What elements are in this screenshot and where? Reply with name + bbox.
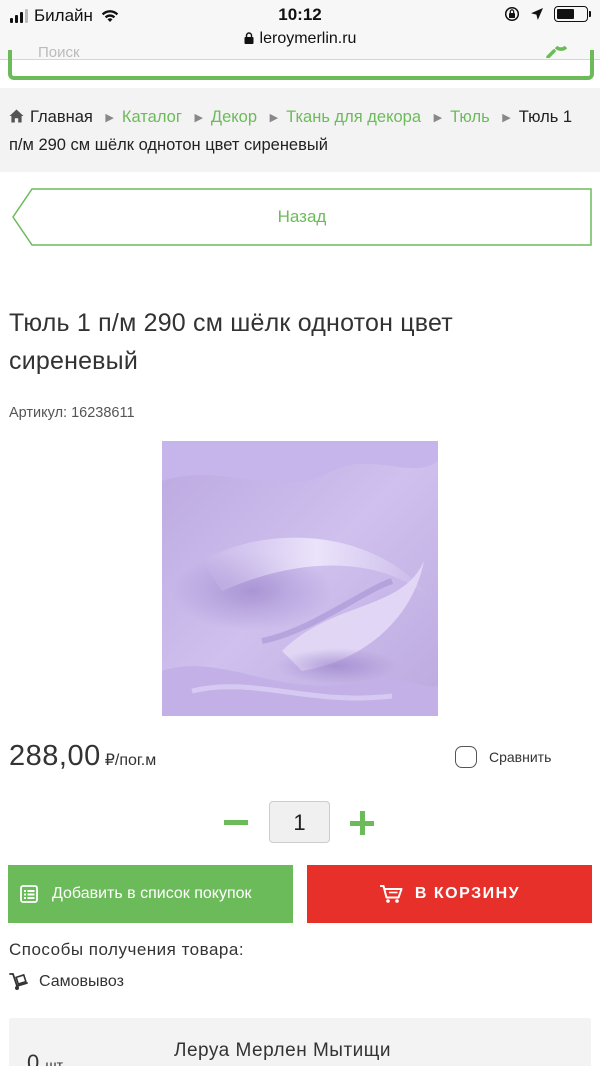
back-button[interactable]: Назад: [12, 188, 592, 246]
stock-count: 0: [27, 1050, 40, 1066]
breadcrumb-separator-icon: ▶: [194, 112, 203, 124]
orientation-lock-icon: [504, 6, 520, 22]
store-stock: 0 шт: [27, 1050, 63, 1066]
breadcrumb-catalog[interactable]: Каталог: [122, 108, 182, 126]
breadcrumb-separator-icon: ▶: [502, 112, 511, 124]
product-photo: [162, 441, 438, 716]
search-icon[interactable]: [546, 46, 568, 58]
compare-checkbox[interactable]: Сравнить: [455, 746, 551, 768]
quantity-input[interactable]: 1: [269, 801, 330, 843]
battery-level: [557, 9, 574, 19]
breadcrumb-separator-icon: ▶: [433, 112, 443, 124]
breadcrumb-separator-icon: ▶: [269, 112, 279, 124]
address-bar[interactable]: leroymerlin.ru: [0, 30, 600, 48]
store-name: Леруа Мерлен Мытищи: [174, 1040, 392, 1061]
list-icon: [20, 885, 38, 903]
compare-label: Сравнить: [489, 749, 552, 765]
checkbox-box[interactable]: [455, 746, 477, 768]
hand-truck-icon: [9, 973, 28, 990]
plus-icon[interactable]: [350, 811, 374, 835]
status-right: [504, 6, 591, 22]
add-to-list-label: Добавить в список покупок: [52, 885, 252, 902]
back-button-label: Назад: [277, 207, 327, 226]
price-unit: ₽/пог.м: [104, 752, 157, 769]
url-text: leroymerlin.ru: [259, 30, 357, 47]
quantity-stepper: 1: [222, 801, 382, 843]
search-placeholder: Поиск: [38, 44, 80, 61]
pickup-label: Самовывоз: [39, 973, 124, 990]
price-amount: 288,00: [9, 740, 101, 772]
home-icon[interactable]: [9, 109, 24, 123]
add-to-cart-button[interactable]: В КОРЗИНУ: [307, 865, 592, 923]
lock-icon: [244, 32, 254, 44]
breadcrumb-tulle[interactable]: Тюль: [450, 108, 490, 126]
breadcrumb-decor[interactable]: Декор: [211, 108, 257, 126]
pickup-option: Самовывоз: [9, 973, 124, 991]
add-to-list-button[interactable]: Добавить в список покупок: [8, 865, 293, 923]
cart-icon: [379, 885, 403, 903]
breadcrumb-fabric[interactable]: Ткань для декора: [286, 108, 421, 126]
minus-icon[interactable]: [224, 820, 248, 825]
delivery-heading: Способы получения товара:: [9, 940, 245, 959]
breadcrumb: Главная ▶ Каталог ▶ Декор ▶ Ткань для декор…: [0, 88, 600, 172]
product-image[interactable]: [162, 441, 438, 716]
stock-unit: шт: [45, 1057, 64, 1066]
product-article: Артикул: 16238611: [9, 405, 135, 421]
breadcrumb-home[interactable]: Главная: [30, 108, 93, 126]
product-price: 288,00 ₽/пог.м: [9, 740, 156, 773]
location-arrow-icon: [531, 8, 543, 20]
search-input[interactable]: Поиск: [8, 44, 594, 80]
product-title: Тюль 1 п/м 290 см шёлк однотон цвет сире…: [9, 309, 453, 375]
store-availability[interactable]: 0 шт Леруа Мерлен Мытищи: [9, 1018, 591, 1066]
breadcrumb-separator-icon: ▶: [105, 112, 114, 124]
add-to-cart-label: В КОРЗИНУ: [414, 885, 521, 902]
battery-icon: [554, 6, 591, 22]
